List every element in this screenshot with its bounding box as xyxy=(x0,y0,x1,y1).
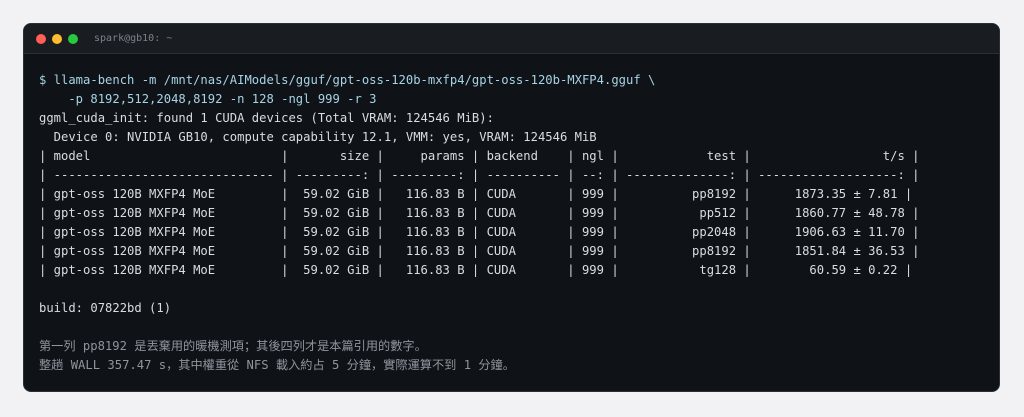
command-line: $ llama-bench -m /mnt/nas/AIModels/gguf/… xyxy=(39,73,656,87)
init-line: ggml_cuda_init: found 1 CUDA devices (To… xyxy=(39,111,494,125)
window-title: spark@gb10: ~ xyxy=(94,33,173,44)
table-row: | gpt-oss 120B MXFP4 MoE | 59.02 GiB | 1… xyxy=(39,206,920,220)
maximize-window-icon[interactable] xyxy=(68,33,78,44)
note-line: 第一列 pp8192 是丟棄用的暖機測項；其後四列才是本篇引用的數字。 xyxy=(39,339,427,353)
note-line: 整趟 WALL 357.47 s，其中權重從 NFS 載入約占 5 分鐘，實際運… xyxy=(39,358,515,372)
title-bar: spark@gb10: ~ xyxy=(24,24,999,54)
close-window-icon[interactable] xyxy=(36,33,46,44)
table-separator: | ------------------------------ | -----… xyxy=(39,168,920,182)
terminal-window: spark@gb10: ~ $ llama-bench -m /mnt/nas/… xyxy=(23,23,1000,392)
minimize-window-icon[interactable] xyxy=(52,33,62,44)
build-line: build: 07822bd (1) xyxy=(39,301,172,315)
table-row: | gpt-oss 120B MXFP4 MoE | 59.02 GiB | 1… xyxy=(39,244,920,258)
command-line-continuation: -p 8192,512,2048,8192 -n 128 -ngl 999 -r… xyxy=(39,92,377,106)
device-line: Device 0: NVIDIA GB10, compute capabilit… xyxy=(39,130,597,144)
table-row: | gpt-oss 120B MXFP4 MoE | 59.02 GiB | 1… xyxy=(39,263,913,277)
table-header: | model | size | params | backend | ngl … xyxy=(39,149,920,163)
table-row: | gpt-oss 120B MXFP4 MoE | 59.02 GiB | 1… xyxy=(39,187,913,201)
table-row: | gpt-oss 120B MXFP4 MoE | 59.02 GiB | 1… xyxy=(39,225,920,239)
terminal-output[interactable]: $ llama-bench -m /mnt/nas/AIModels/gguf/… xyxy=(24,54,999,375)
